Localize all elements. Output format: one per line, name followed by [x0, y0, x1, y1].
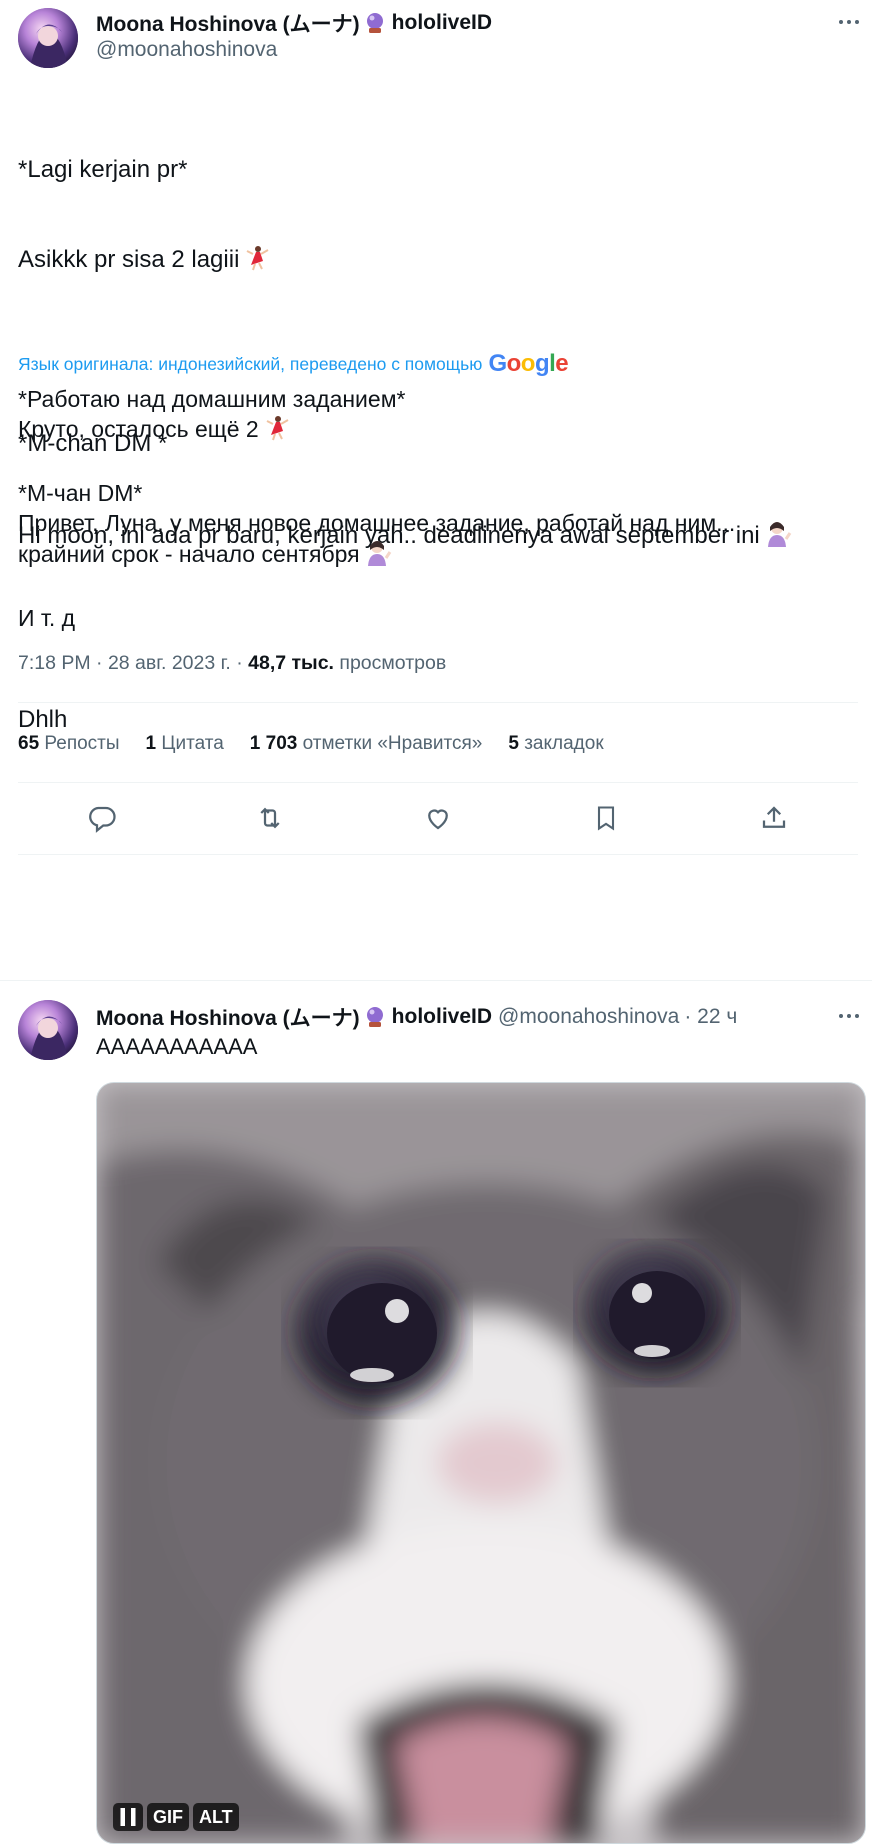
google-logo: Google	[488, 350, 569, 377]
tweet-line: Asikkk pr sisa 2 lagiii	[18, 246, 240, 273]
tweet-line: *Lagi kerjain pr*	[18, 156, 188, 183]
reply-author-avatar[interactable]	[18, 1000, 78, 1060]
bookmark-icon[interactable]	[586, 798, 626, 838]
author-name-line[interactable]: Moona Hoshinova (ムーナ) hololiveID	[96, 8, 492, 38]
divider	[0, 980, 872, 981]
more-options-icon[interactable]	[834, 12, 864, 32]
author-affiliation: hololiveID	[391, 11, 493, 34]
translated-line: Круто, осталось ещё 2	[18, 416, 259, 442]
author-handle[interactable]: @moonahoshinova	[96, 38, 277, 62]
translated-line: *M-чан DM*	[18, 480, 143, 506]
author-display-name[interactable]: Moona Hoshinova (ムーナ)	[96, 8, 360, 38]
dancer-emoji-icon	[263, 415, 291, 448]
pause-icon[interactable]	[113, 1803, 143, 1831]
tweet-meta: 7:18 PM · 28 авг. 2023 г. · 48,7 тыс. пр…	[18, 652, 446, 675]
reply-text: AAAAAAAAAAA	[96, 1034, 258, 1059]
likes-stat[interactable]: 1 703 отметки «Нравится»	[250, 733, 483, 755]
tweet-timestamp[interactable]: 7:18 PM · 28 авг. 2023 г. ·	[18, 652, 243, 674]
translated-line: *Работаю над домашним заданием*	[18, 386, 406, 412]
reply-author-line[interactable]: Moona Hoshinova (ムーナ) hololiveID @moonah…	[96, 1002, 737, 1032]
tweet-stats: 65 Репосты 1 Цитата 1 703 отметки «Нрави…	[18, 733, 630, 755]
crystal-ball-icon	[364, 12, 386, 34]
views-count: 48,7 тыс.	[248, 652, 334, 674]
person-tipping-hand-emoji-icon	[364, 538, 392, 573]
divider	[18, 782, 858, 783]
reply-time-ago[interactable]: · 22 ч	[684, 1005, 737, 1029]
divider	[18, 702, 858, 703]
translated-line: Привет, Луна, у меня новое домашнее зада…	[18, 510, 736, 536]
alt-text-button[interactable]: ALT	[193, 1803, 239, 1831]
gif-badge: GIF	[147, 1803, 189, 1831]
reply-author-handle[interactable]: @moonahoshinova	[498, 1005, 679, 1029]
repost-icon[interactable]	[250, 798, 290, 838]
bookmarks-stat[interactable]: 5 закладок	[508, 733, 603, 755]
reposts-stat[interactable]: 65 Репосты	[18, 733, 120, 755]
translation-note: Язык оригинала: индонезийский, переведен…	[18, 350, 569, 378]
reply-author-affiliation: hololiveID	[391, 1005, 493, 1028]
gif-controls: GIF ALT	[113, 1803, 239, 1843]
quotes-stat[interactable]: 1 Цитата	[146, 733, 224, 755]
views-label: просмотров	[339, 652, 447, 674]
dancer-emoji-icon	[243, 245, 271, 279]
crystal-ball-icon	[364, 1006, 386, 1028]
author-avatar[interactable]	[18, 8, 78, 68]
share-icon[interactable]	[754, 798, 794, 838]
like-icon[interactable]	[418, 798, 458, 838]
reply-author-display-name[interactable]: Moona Hoshinova (ムーナ)	[96, 1002, 360, 1032]
tweet-translated-text: *Работаю над домашним заданием* Круто, о…	[18, 384, 858, 633]
reply-gif-media[interactable]: GIF ALT	[96, 1082, 866, 1844]
tweet-actions	[18, 798, 858, 838]
divider	[18, 854, 858, 855]
reply-more-options-icon[interactable]	[834, 1006, 864, 1026]
translated-line	[18, 573, 858, 603]
translated-line: И т. д	[18, 605, 76, 631]
translation-note-text: Язык оригинала: индонезийский, переведен…	[18, 353, 483, 374]
crying-cat-gif	[97, 1083, 865, 1843]
translated-line: крайний срок - начало сентября	[18, 541, 360, 567]
reply-icon[interactable]	[82, 798, 122, 838]
tweet-line: Dhlh	[18, 706, 68, 733]
translated-line	[18, 448, 858, 478]
